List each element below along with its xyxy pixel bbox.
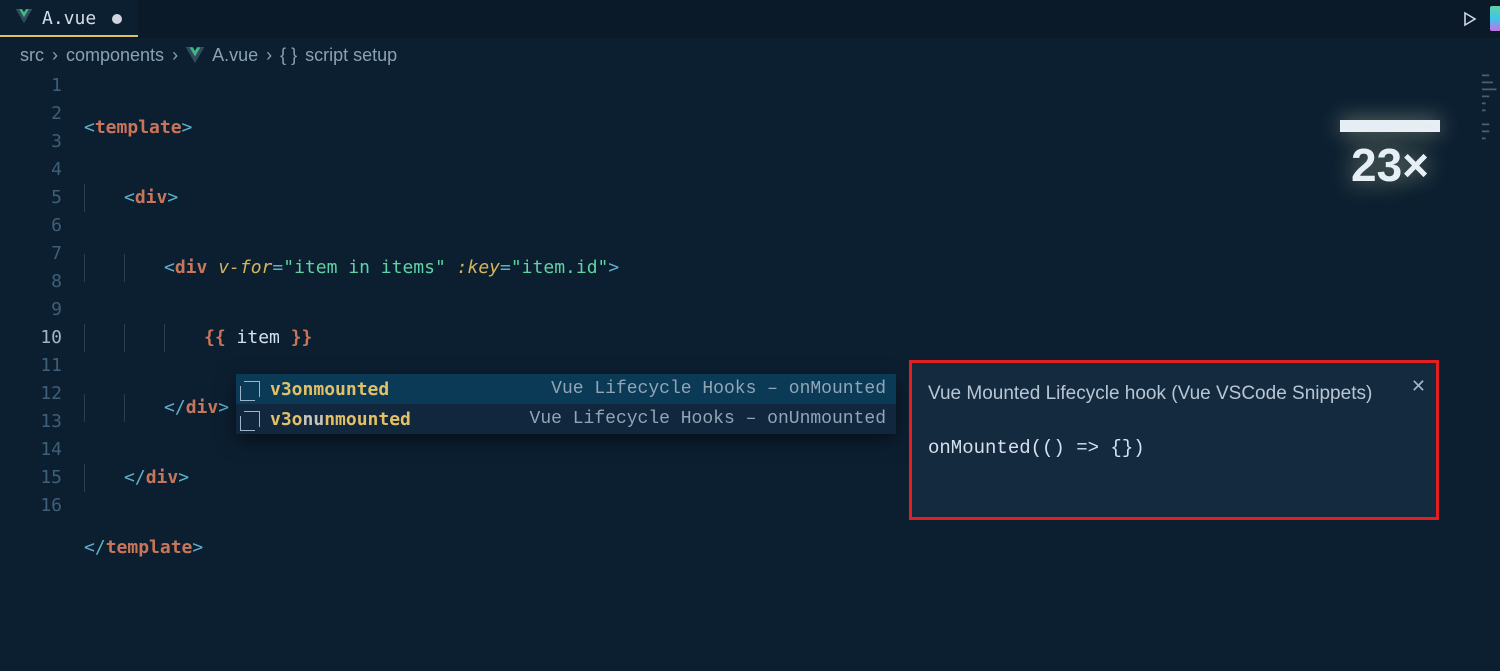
zoom-value: 23×: [1351, 138, 1429, 192]
close-icon[interactable]: ✕: [1411, 373, 1426, 401]
suggestion-doc-popup: ✕ Vue Mounted Lifecycle hook (Vue VSCode…: [909, 360, 1439, 520]
code-line[interactable]: </template>: [84, 534, 1500, 562]
tab-filename: A.vue: [42, 8, 96, 29]
crumb-src[interactable]: src: [20, 45, 44, 66]
code-line[interactable]: <div>: [84, 184, 1500, 212]
code-line[interactable]: [84, 604, 1500, 632]
doc-code: onMounted(() => {}): [928, 434, 1420, 463]
braces-icon: { }: [280, 45, 297, 66]
doc-description: Vue Mounted Lifecycle hook (Vue VSCode S…: [928, 379, 1420, 408]
zoom-indicator: 23×: [1340, 120, 1440, 192]
snippet-icon: [244, 411, 260, 427]
suggest-detail: Vue Lifecycle Hooks – onMounted: [551, 379, 886, 399]
snippet-icon: [244, 381, 260, 397]
crumb-components[interactable]: components: [66, 45, 164, 66]
minimap[interactable]: ▬▬▬▬▬▬▬▬▬▬▬▬▬▬▬▬▬▬: [1482, 72, 1500, 142]
code-line[interactable]: {{ item }}: [84, 324, 1500, 352]
side-accent-icon: [1490, 6, 1500, 31]
suggest-label: v3onmounted: [270, 379, 389, 400]
code-line[interactable]: <template>: [84, 114, 1500, 142]
suggest-item[interactable]: v3onunmounted Vue Lifecycle Hooks – onUn…: [236, 404, 896, 434]
chevron-right-icon: ›: [172, 45, 178, 66]
line-number-gutter: 1234 5678 9101112 13141516: [0, 72, 84, 671]
crumb-file[interactable]: A.vue: [212, 45, 258, 66]
vue-icon: [16, 8, 32, 29]
tabbar-spacer: [138, 0, 1450, 37]
chevron-right-icon: ›: [52, 45, 58, 66]
suggest-popup: v3onmounted Vue Lifecycle Hooks – onMoun…: [236, 374, 896, 434]
run-button[interactable]: [1450, 0, 1490, 37]
breadcrumb[interactable]: src › components › A.vue › { } script se…: [0, 38, 1500, 72]
suggest-label: v3onunmounted: [270, 409, 411, 430]
suggest-detail: Vue Lifecycle Hooks – onUnmounted: [530, 409, 886, 429]
crumb-symbol[interactable]: script setup: [305, 45, 397, 66]
vue-icon: [186, 46, 204, 64]
tab-bar: A.vue: [0, 0, 1500, 38]
chevron-right-icon: ›: [266, 45, 272, 66]
code-line[interactable]: <div v-for="item in items" :key="item.id…: [84, 254, 1500, 282]
tab-a-vue[interactable]: A.vue: [0, 0, 138, 37]
dirty-indicator-icon: [112, 14, 122, 24]
suggest-item[interactable]: v3onmounted Vue Lifecycle Hooks – onMoun…: [236, 374, 896, 404]
